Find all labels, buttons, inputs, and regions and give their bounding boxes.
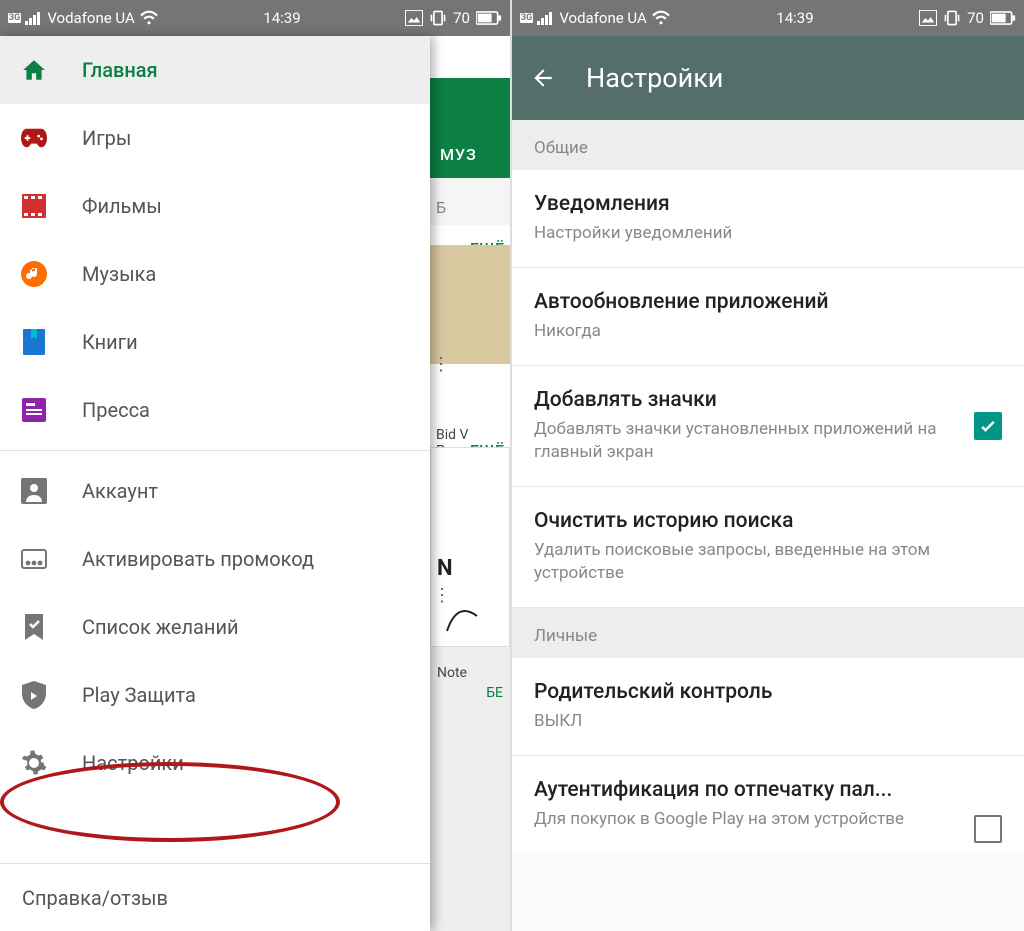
setting-subtitle: Настройки уведомлений: [534, 222, 1002, 245]
setting-add-icons[interactable]: Добавлять значки Добавлять значки устано…: [512, 366, 1024, 487]
setting-subtitle: Удалить поисковые запросы, введенные на …: [534, 539, 1002, 585]
setting-title: Добавлять значки: [534, 388, 1002, 412]
vibrate-icon: [429, 9, 447, 27]
setting-clear-history[interactable]: Очистить историю поиска Удалить поисковы…: [512, 487, 1024, 608]
sidebar-item-label: Книги: [82, 330, 138, 354]
status-time: 14:39: [159, 9, 405, 27]
music-icon: [20, 260, 48, 288]
setting-title: Родительский контроль: [534, 680, 1002, 704]
section-more-label[interactable]: Б: [436, 198, 446, 217]
sidebar-item-games[interactable]: Игры: [0, 104, 430, 172]
settings-list[interactable]: Общие Уведомления Настройки уведомлений …: [512, 120, 1024, 931]
sidebar-item-account[interactable]: Аккаунт: [0, 457, 430, 525]
drawer-separator: [0, 450, 430, 451]
home-icon: [20, 56, 48, 84]
app-price-label-2: БЕ: [437, 685, 503, 701]
battery-icon: [990, 11, 1016, 25]
shield-icon: [20, 681, 48, 709]
network-badge-icon: 3G: [520, 13, 533, 23]
signal-icon: [25, 11, 43, 25]
gamepad-icon: [20, 124, 48, 152]
setting-title: Автообновление приложений: [534, 290, 1002, 314]
page-title: Настройки: [586, 62, 723, 94]
sidebar-item-label: Настройки: [82, 751, 184, 775]
sidebar-item-books[interactable]: Книги: [0, 308, 430, 376]
sidebar-item-label: Пресса: [82, 398, 150, 422]
setting-subtitle: Для покупок в Google Play на этом устрой…: [534, 808, 1002, 831]
wifi-icon: [651, 10, 671, 26]
sidebar-item-label: Фильмы: [82, 194, 162, 218]
sidebar-item-music[interactable]: Музыка: [0, 240, 430, 308]
sidebar-item-label: Игры: [82, 126, 131, 150]
more-options-icon[interactable]: ⋮: [432, 354, 450, 375]
setting-subtitle: ВЫКЛ: [534, 710, 1002, 733]
app-name-2: N: [437, 556, 503, 581]
newspaper-icon: [20, 396, 48, 424]
settings-header: Настройки: [512, 36, 1024, 120]
setting-title: Аутентификация по отпечатку пал...: [534, 778, 1002, 802]
tab-music[interactable]: МУЗ: [430, 131, 510, 178]
sidebar-item-label: Активировать промокод: [82, 547, 314, 571]
sidebar-item-movies[interactable]: Фильмы: [0, 172, 430, 240]
sidebar-item-label: Главная: [82, 58, 158, 82]
setting-notifications[interactable]: Уведомления Настройки уведомлений: [512, 170, 1024, 268]
more-options-icon-2[interactable]: ⋮: [433, 585, 451, 606]
background-content: МУЗ Б ЕЩЁ ⋮ Bid V Pawı ОБЕ ЕЩЁ N ⋮ Note …: [430, 36, 510, 931]
sidebar-item-press[interactable]: Пресса: [0, 376, 430, 444]
app-card-1[interactable]: ⋮ Bid V Pawı ОБЕ: [430, 245, 510, 415]
sidebar-item-settings[interactable]: Настройки: [0, 729, 430, 797]
battery-percent: 70: [967, 9, 984, 27]
setting-fingerprint[interactable]: Аутентификация по отпечатку пал... Для п…: [512, 756, 1024, 853]
sidebar-item-label: Музыка: [82, 262, 156, 286]
app-card-2[interactable]: N ⋮ Note БЕ: [430, 447, 510, 647]
gear-icon: [20, 749, 48, 777]
carrier-label: Vodafone UA: [559, 9, 646, 27]
setting-subtitle: Никогда: [534, 320, 1002, 343]
sidebar-item-label: Справка/отзыв: [22, 886, 168, 910]
carrier-label: Vodafone UA: [47, 9, 134, 27]
back-button[interactable]: [530, 65, 556, 91]
sidebar-item-label: Список желаний: [82, 615, 239, 639]
promo-icon: [20, 545, 48, 573]
left-screenshot: 3G Vodafone UA 14:39 70 МУЗ Б ЕЩЁ ⋮ Bid …: [0, 0, 512, 931]
status-bar-2: 3G Vodafone UA 14:39 70: [512, 0, 1024, 36]
checkbox-checked[interactable]: [974, 412, 1002, 440]
sidebar-item-label: Play Защита: [82, 683, 196, 707]
setting-title: Очистить историю поиска: [534, 509, 1002, 533]
right-screenshot: 3G Vodafone UA 14:39 70 Настройки Общие …: [512, 0, 1024, 931]
film-icon: [20, 192, 48, 220]
checkbox-unchecked[interactable]: [974, 815, 1002, 843]
sidebar-item-protect[interactable]: Play Защита: [0, 661, 430, 729]
section-personal: Личные: [512, 608, 1024, 658]
account-icon: [20, 477, 48, 505]
status-time: 14:39: [671, 9, 919, 27]
setting-autoupdate[interactable]: Автообновление приложений Никогда: [512, 268, 1024, 366]
vibrate-icon: [943, 9, 961, 27]
book-icon: [20, 328, 48, 356]
setting-title: Уведомления: [534, 192, 1002, 216]
signal-icon: [537, 11, 555, 25]
section-general: Общие: [512, 120, 1024, 170]
app-name: Bid V: [436, 427, 504, 443]
wifi-icon: [139, 10, 159, 26]
battery-icon: [476, 11, 502, 25]
network-badge-icon: 3G: [8, 13, 21, 23]
navigation-drawer: Главная Игры Фильмы Музыка Книги Пресса …: [0, 36, 430, 931]
sidebar-item-label: Аккаунт: [82, 479, 158, 503]
app-name-3: Note: [437, 665, 503, 681]
sidebar-item-wishlist[interactable]: Список желаний: [0, 593, 430, 661]
setting-parental[interactable]: Родительский контроль ВЫКЛ: [512, 658, 1024, 756]
status-bar: 3G Vodafone UA 14:39 70: [0, 0, 510, 36]
image-icon: [405, 10, 423, 26]
bookmark-check-icon: [20, 613, 48, 641]
sidebar-item-home[interactable]: Главная: [0, 36, 430, 104]
image-icon: [919, 10, 937, 26]
check-icon: [978, 416, 998, 436]
arrow-left-icon: [530, 65, 556, 91]
setting-subtitle: Добавлять значки установленных приложени…: [534, 418, 1002, 464]
sidebar-item-help[interactable]: Справка/отзыв: [0, 863, 430, 931]
battery-percent: 70: [453, 9, 470, 27]
sidebar-item-promo[interactable]: Активировать промокод: [0, 525, 430, 593]
